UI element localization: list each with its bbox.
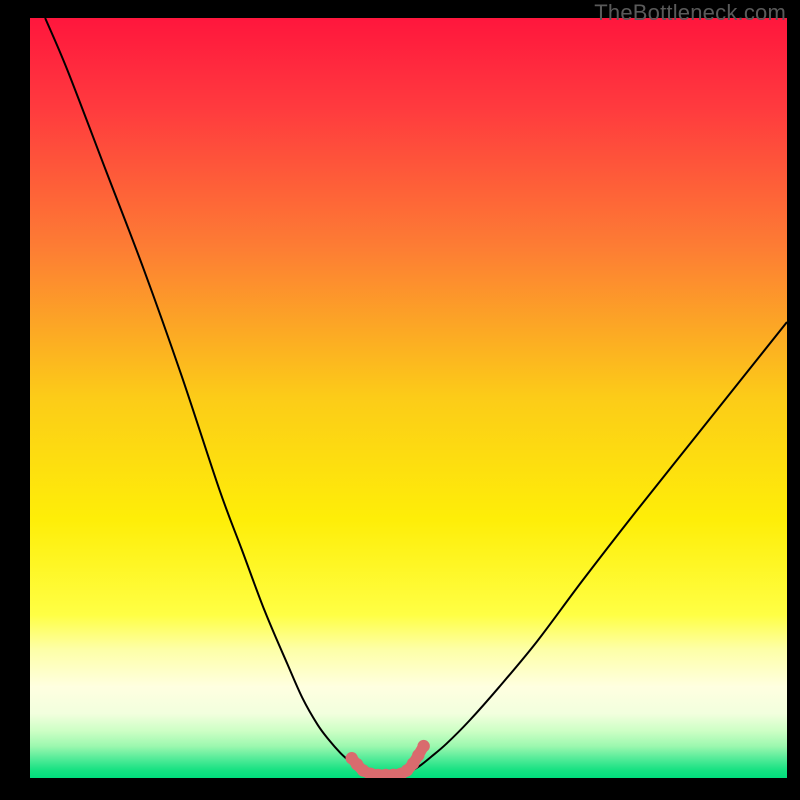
gradient-background — [30, 18, 787, 778]
chart-frame: TheBottleneck.com — [0, 0, 800, 800]
watermark-text: TheBottleneck.com — [594, 0, 786, 26]
plot-area — [30, 18, 787, 778]
chart-svg — [30, 18, 787, 778]
